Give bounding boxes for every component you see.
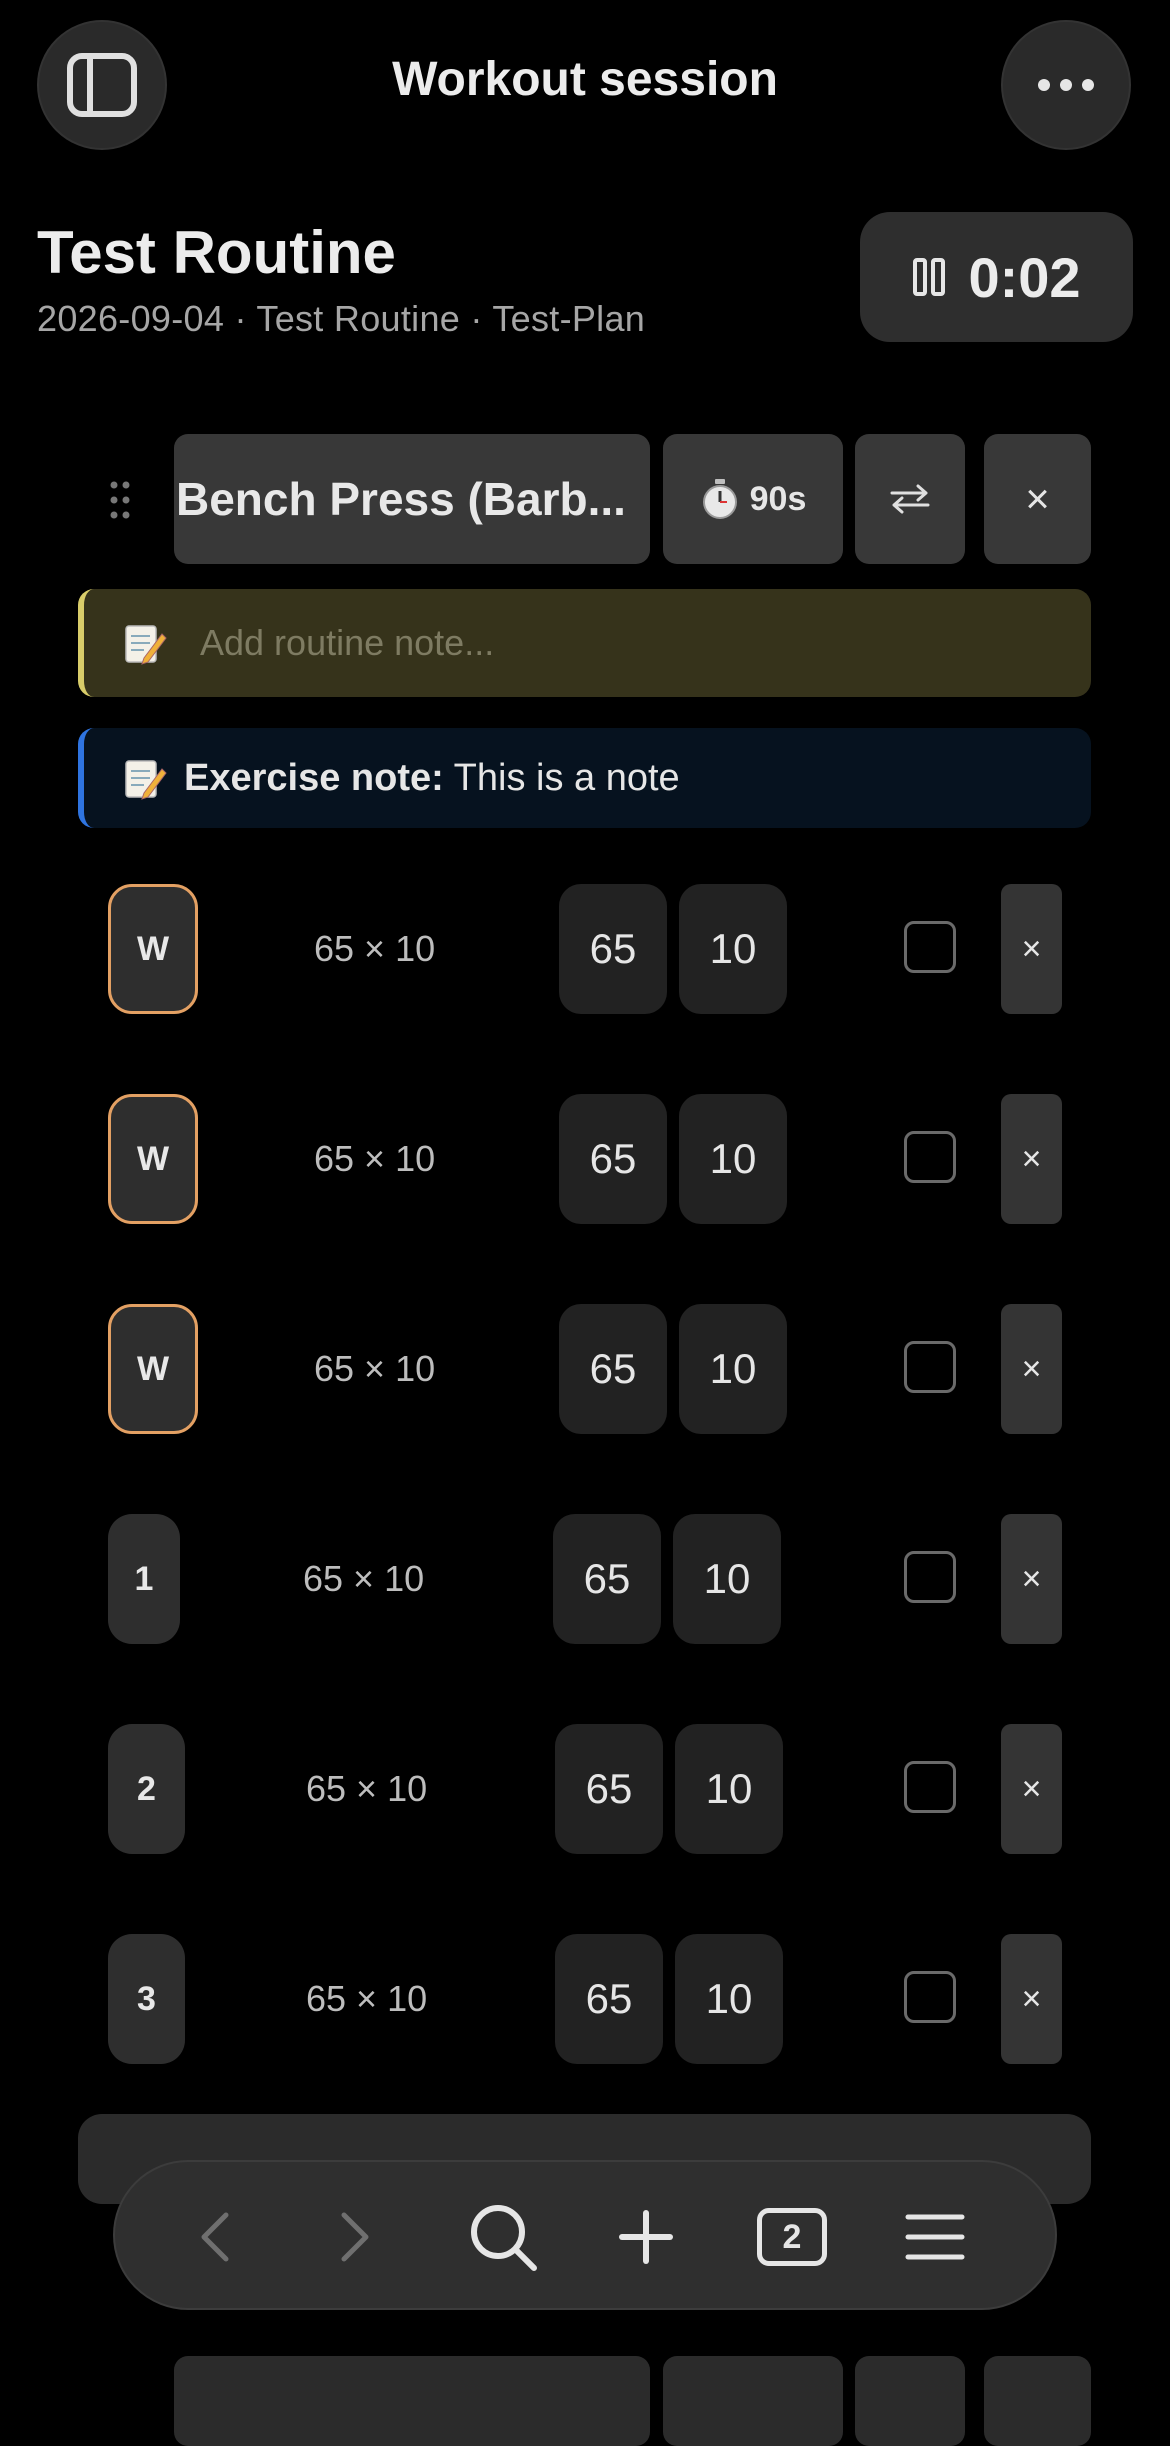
weight-input[interactable]: 65 xyxy=(555,1724,663,1854)
set-complete-checkbox[interactable] xyxy=(904,1131,956,1183)
previous-value: 65 × 10 xyxy=(314,928,436,969)
close-icon: × xyxy=(1021,1979,1042,2018)
reps-input[interactable]: 10 xyxy=(673,1514,781,1644)
forward-button[interactable] xyxy=(305,2187,405,2287)
chevron-right-icon xyxy=(341,2212,369,2262)
next-rest-timer-button[interactable] xyxy=(663,2356,843,2446)
set-type-badge[interactable]: W xyxy=(108,1304,198,1434)
weight-input[interactable]: 65 xyxy=(559,1094,667,1224)
next-remove-button[interactable] xyxy=(984,2356,1091,2446)
tabs-button[interactable]: 2 xyxy=(742,2187,842,2287)
set-complete-checkbox[interactable] xyxy=(904,1971,956,2023)
previous-value: 65 × 10 xyxy=(314,1348,436,1389)
stopwatch-icon xyxy=(702,479,737,519)
exercise-note-label: Exercise note: xyxy=(184,756,444,799)
exercise-name-button[interactable]: Bench Press (Barb... xyxy=(174,434,650,564)
next-exercise-name-button[interactable] xyxy=(174,2356,650,2446)
new-tab-button[interactable] xyxy=(596,2187,696,2287)
reps-input[interactable]: 10 xyxy=(679,884,787,1014)
search-icon xyxy=(471,2205,537,2271)
previous-value: 65 × 10 xyxy=(303,1558,425,1599)
weight-input[interactable]: 65 xyxy=(553,1514,661,1644)
set-complete-checkbox[interactable] xyxy=(904,921,956,973)
delete-set-button[interactable]: × xyxy=(1001,1514,1062,1644)
set-row: W 65 × 10 65 10 × xyxy=(0,884,1170,1014)
weight-input[interactable]: 65 xyxy=(559,884,667,1014)
routine-title: Test Routine xyxy=(37,219,396,286)
back-button[interactable] xyxy=(165,2187,265,2287)
menu-button[interactable] xyxy=(885,2187,985,2287)
close-icon: × xyxy=(1021,1349,1042,1388)
set-row: 1 65 × 10 65 10 × xyxy=(0,1514,1170,1644)
set-complete-checkbox[interactable] xyxy=(904,1761,956,1813)
more-dots-icon xyxy=(1038,79,1094,91)
set-number-badge[interactable]: 1 xyxy=(108,1514,180,1644)
more-options-button[interactable] xyxy=(1001,20,1131,150)
set-row: 3 65 × 10 65 10 × xyxy=(0,1934,1170,2064)
reps-input[interactable]: 10 xyxy=(675,1934,783,2064)
delete-set-button[interactable]: × xyxy=(1001,1304,1062,1434)
plus-icon xyxy=(619,2210,673,2264)
set-row: 2 65 × 10 65 10 × xyxy=(0,1724,1170,1854)
set-type-badge[interactable]: W xyxy=(108,1094,198,1224)
memo-icon xyxy=(125,625,167,665)
reps-input[interactable]: 10 xyxy=(679,1304,787,1434)
set-complete-checkbox[interactable] xyxy=(904,1551,956,1603)
set-complete-checkbox[interactable] xyxy=(904,1341,956,1393)
exercise-note-text: This is a note xyxy=(443,756,680,799)
routine-subtitle: 2026-09-04 · Test Routine · Test-Plan xyxy=(37,298,646,339)
page-title: Workout session xyxy=(392,53,778,106)
exercise-note: Exercise note: This is a note xyxy=(78,728,1091,828)
pause-icon xyxy=(913,258,946,296)
set-row: W 65 × 10 65 10 × xyxy=(0,1304,1170,1434)
set-number-badge[interactable]: 3 xyxy=(108,1934,185,2064)
tab-count: 2 xyxy=(782,2217,802,2256)
previous-value: 65 × 10 xyxy=(314,1138,436,1179)
routine-note-input[interactable] xyxy=(198,621,1002,665)
rest-duration: 90s xyxy=(749,479,807,518)
chevron-left-icon xyxy=(201,2212,229,2262)
delete-set-button[interactable]: × xyxy=(1001,1094,1062,1224)
close-icon: × xyxy=(1021,1559,1042,1598)
previous-value: 65 × 10 xyxy=(306,1978,428,2019)
weight-input[interactable]: 65 xyxy=(559,1304,667,1434)
weight-input[interactable]: 65 xyxy=(555,1934,663,2064)
close-icon: × xyxy=(1021,1769,1042,1808)
swap-arrows-icon xyxy=(890,484,930,514)
delete-set-button[interactable]: × xyxy=(1001,1934,1062,2064)
reps-input[interactable]: 10 xyxy=(679,1094,787,1224)
previous-value: 65 × 10 xyxy=(306,1768,428,1809)
routine-note xyxy=(78,589,1091,697)
tab-count-icon: 2 xyxy=(757,2208,827,2266)
rest-timer-button[interactable]: 90s xyxy=(663,434,843,564)
workout-timer-button[interactable]: 0:02 xyxy=(860,212,1133,342)
close-icon: × xyxy=(1021,929,1042,968)
close-icon: × xyxy=(1021,1139,1042,1178)
set-number-badge[interactable]: 2 xyxy=(108,1724,185,1854)
memo-icon xyxy=(125,760,167,800)
set-type-badge[interactable]: W xyxy=(108,884,198,1014)
drag-handle-icon[interactable] xyxy=(108,480,132,520)
delete-set-button[interactable]: × xyxy=(1001,1724,1062,1854)
close-icon: × xyxy=(1025,475,1050,522)
hamburger-menu-icon xyxy=(905,2214,965,2260)
search-button[interactable] xyxy=(453,2187,553,2287)
swap-exercise-button[interactable] xyxy=(855,434,965,564)
next-swap-button[interactable] xyxy=(855,2356,965,2446)
remove-exercise-button[interactable]: × xyxy=(984,434,1091,564)
set-row: W 65 × 10 65 10 × xyxy=(0,1094,1170,1224)
reps-input[interactable]: 10 xyxy=(675,1724,783,1854)
browser-toolbar: 2 xyxy=(113,2160,1057,2310)
delete-set-button[interactable]: × xyxy=(1001,884,1062,1014)
timer-value: 0:02 xyxy=(968,245,1081,309)
